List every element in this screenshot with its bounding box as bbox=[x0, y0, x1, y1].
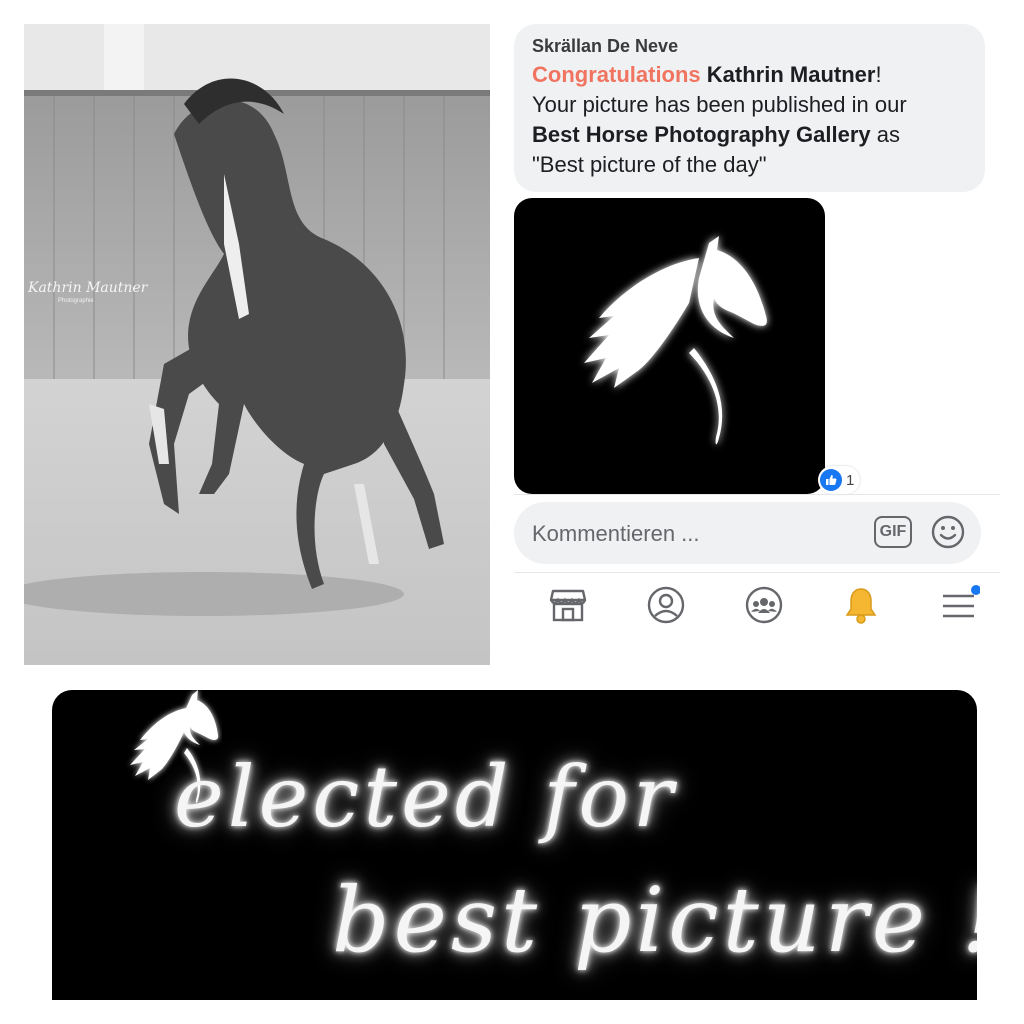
exclaim-text: ! bbox=[875, 62, 882, 87]
emoji-icon[interactable] bbox=[930, 514, 966, 550]
marketplace-icon[interactable] bbox=[548, 585, 588, 625]
comment-text: Congratulations Kathrin Mautner! Your pi… bbox=[532, 60, 967, 180]
divider bbox=[514, 572, 1000, 573]
profile-icon[interactable] bbox=[646, 585, 686, 625]
menu-icon[interactable] bbox=[940, 585, 980, 625]
gallery-name: Best Horse Photography Gallery bbox=[532, 122, 871, 147]
tagged-user[interactable]: Kathrin Mautner bbox=[707, 62, 876, 87]
comment-line-2: Your picture has been published in our bbox=[532, 92, 907, 117]
reaction-count: 1 bbox=[846, 471, 855, 489]
comment-quote: "Best picture of the day" bbox=[532, 152, 767, 177]
comment-author[interactable]: Skrällan De Neve bbox=[532, 34, 967, 58]
comment-composer: GIF bbox=[514, 502, 981, 566]
notifications-bell-icon[interactable] bbox=[841, 585, 881, 625]
banner-line-2: best picture ! bbox=[332, 868, 977, 973]
congratulations-text: Congratulations bbox=[532, 62, 701, 87]
attached-image[interactable] bbox=[514, 198, 825, 494]
as-text: as bbox=[870, 122, 901, 147]
gif-button[interactable]: GIF bbox=[874, 516, 912, 548]
horse-photo[interactable]: Kathrin Mautner Photographie bbox=[24, 24, 490, 665]
notification-dot bbox=[971, 585, 980, 595]
divider bbox=[514, 494, 1000, 495]
watermark-subtitle: Photographie bbox=[58, 298, 94, 304]
comment-bubble[interactable]: Skrällan De Neve Congratulations Kathrin… bbox=[514, 24, 985, 192]
thumbs-up-icon bbox=[820, 469, 842, 491]
selected-banner: elected for best picture ! bbox=[52, 690, 977, 1000]
banner-line-1: elected for bbox=[174, 748, 678, 846]
horse-logo-icon bbox=[584, 236, 767, 445]
groups-icon[interactable] bbox=[744, 585, 784, 625]
comment-input[interactable] bbox=[514, 502, 874, 566]
watermark-signature: Kathrin Mautner bbox=[27, 280, 149, 296]
reaction-summary[interactable]: 1 bbox=[818, 466, 861, 494]
